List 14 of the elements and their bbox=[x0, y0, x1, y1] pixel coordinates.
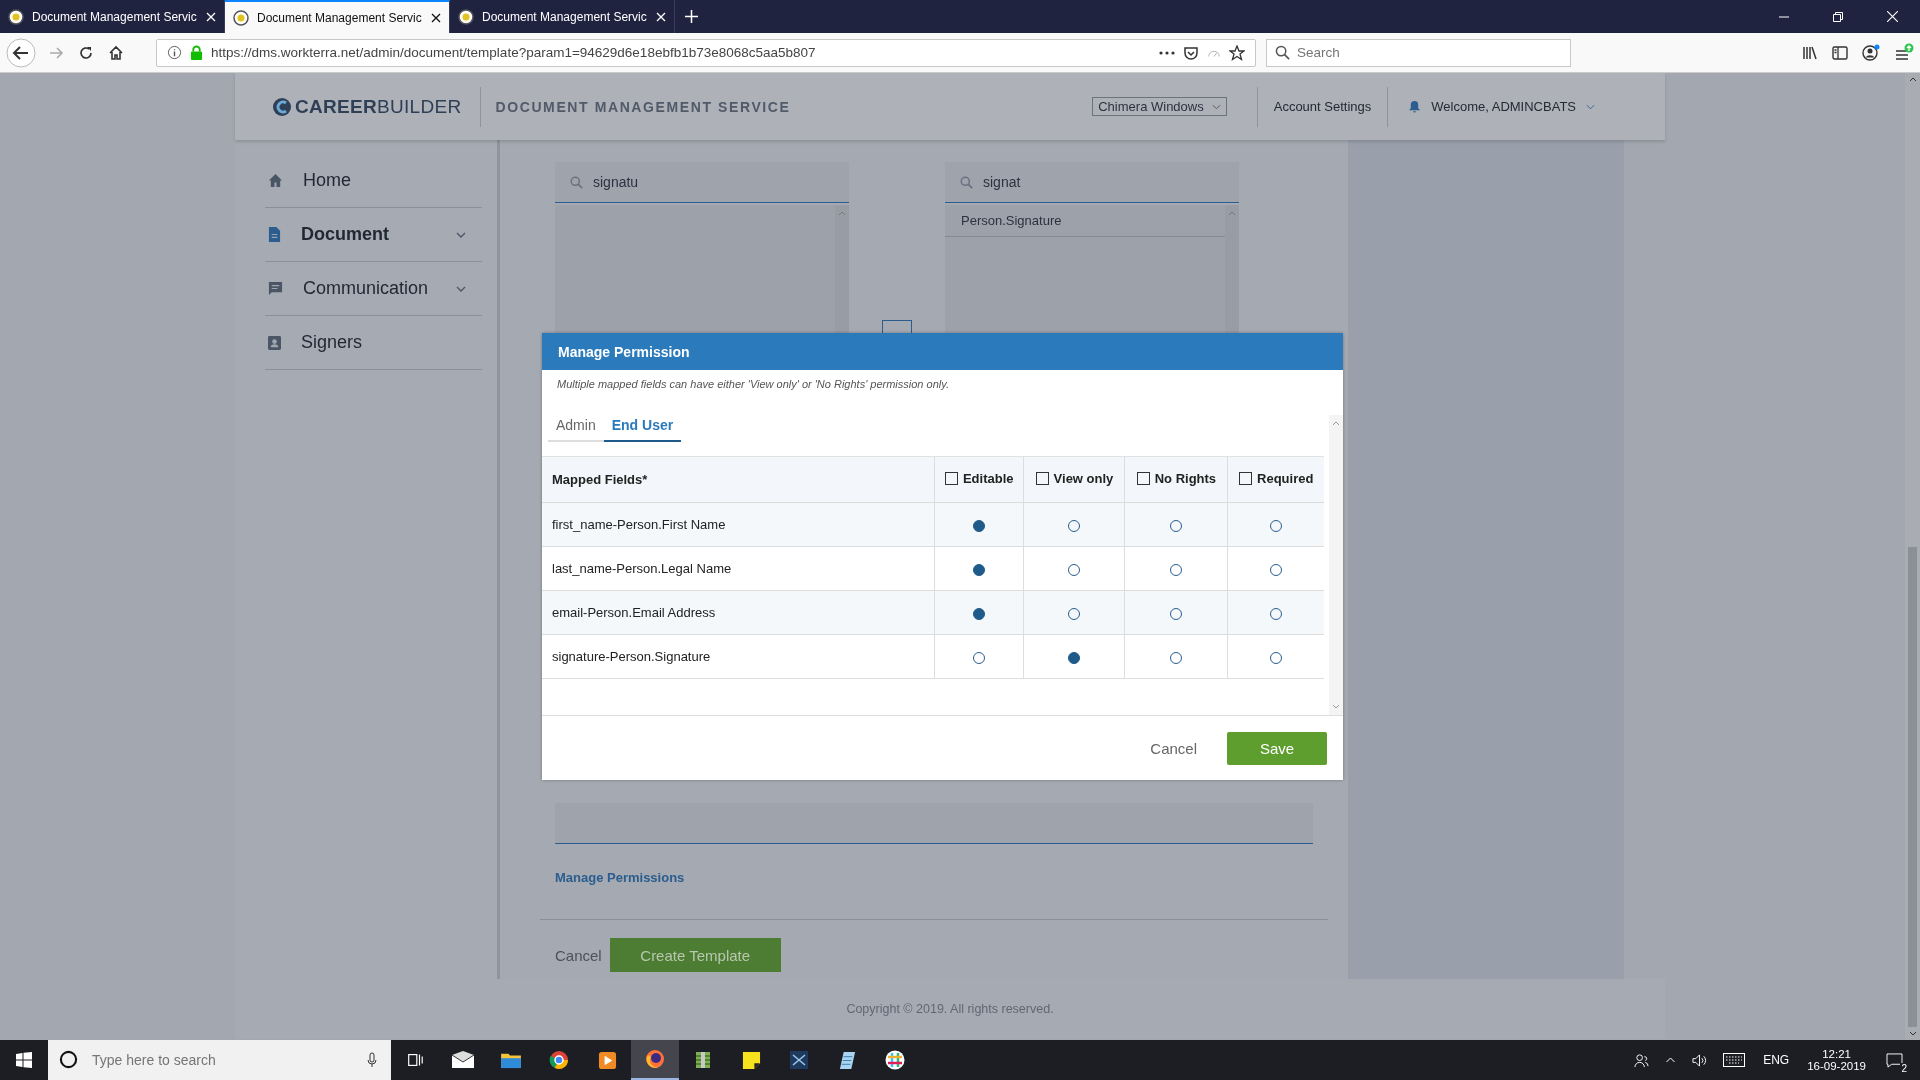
dialog-title: Manage Permission bbox=[558, 343, 690, 360]
column-header: Required bbox=[1227, 456, 1324, 503]
column-header: No Rights bbox=[1124, 456, 1228, 503]
app-title: DOCUMENT MANAGEMENT SERVICE bbox=[495, 98, 791, 115]
copyright-text: Copyright © 2019. All rights reserved. bbox=[846, 1002, 1054, 1016]
logo-text: CAREERBUILDER bbox=[295, 95, 462, 118]
column-header: View only bbox=[1024, 456, 1125, 503]
dialog-note: Multiple mapped fields can have either 'View only' or 'No Rights' permission only. bbox=[556, 377, 950, 392]
table-cell: first_name-Person.First Name bbox=[542, 502, 935, 547]
column-header: Editable bbox=[934, 456, 1024, 503]
table-cell: signature-Person.Signature bbox=[542, 634, 935, 679]
column-header: Mapped Fields* bbox=[542, 456, 935, 503]
table-cell: last_name-Person.Legal Name bbox=[542, 546, 935, 591]
table-cell: email-Person.Email Address bbox=[542, 590, 935, 635]
